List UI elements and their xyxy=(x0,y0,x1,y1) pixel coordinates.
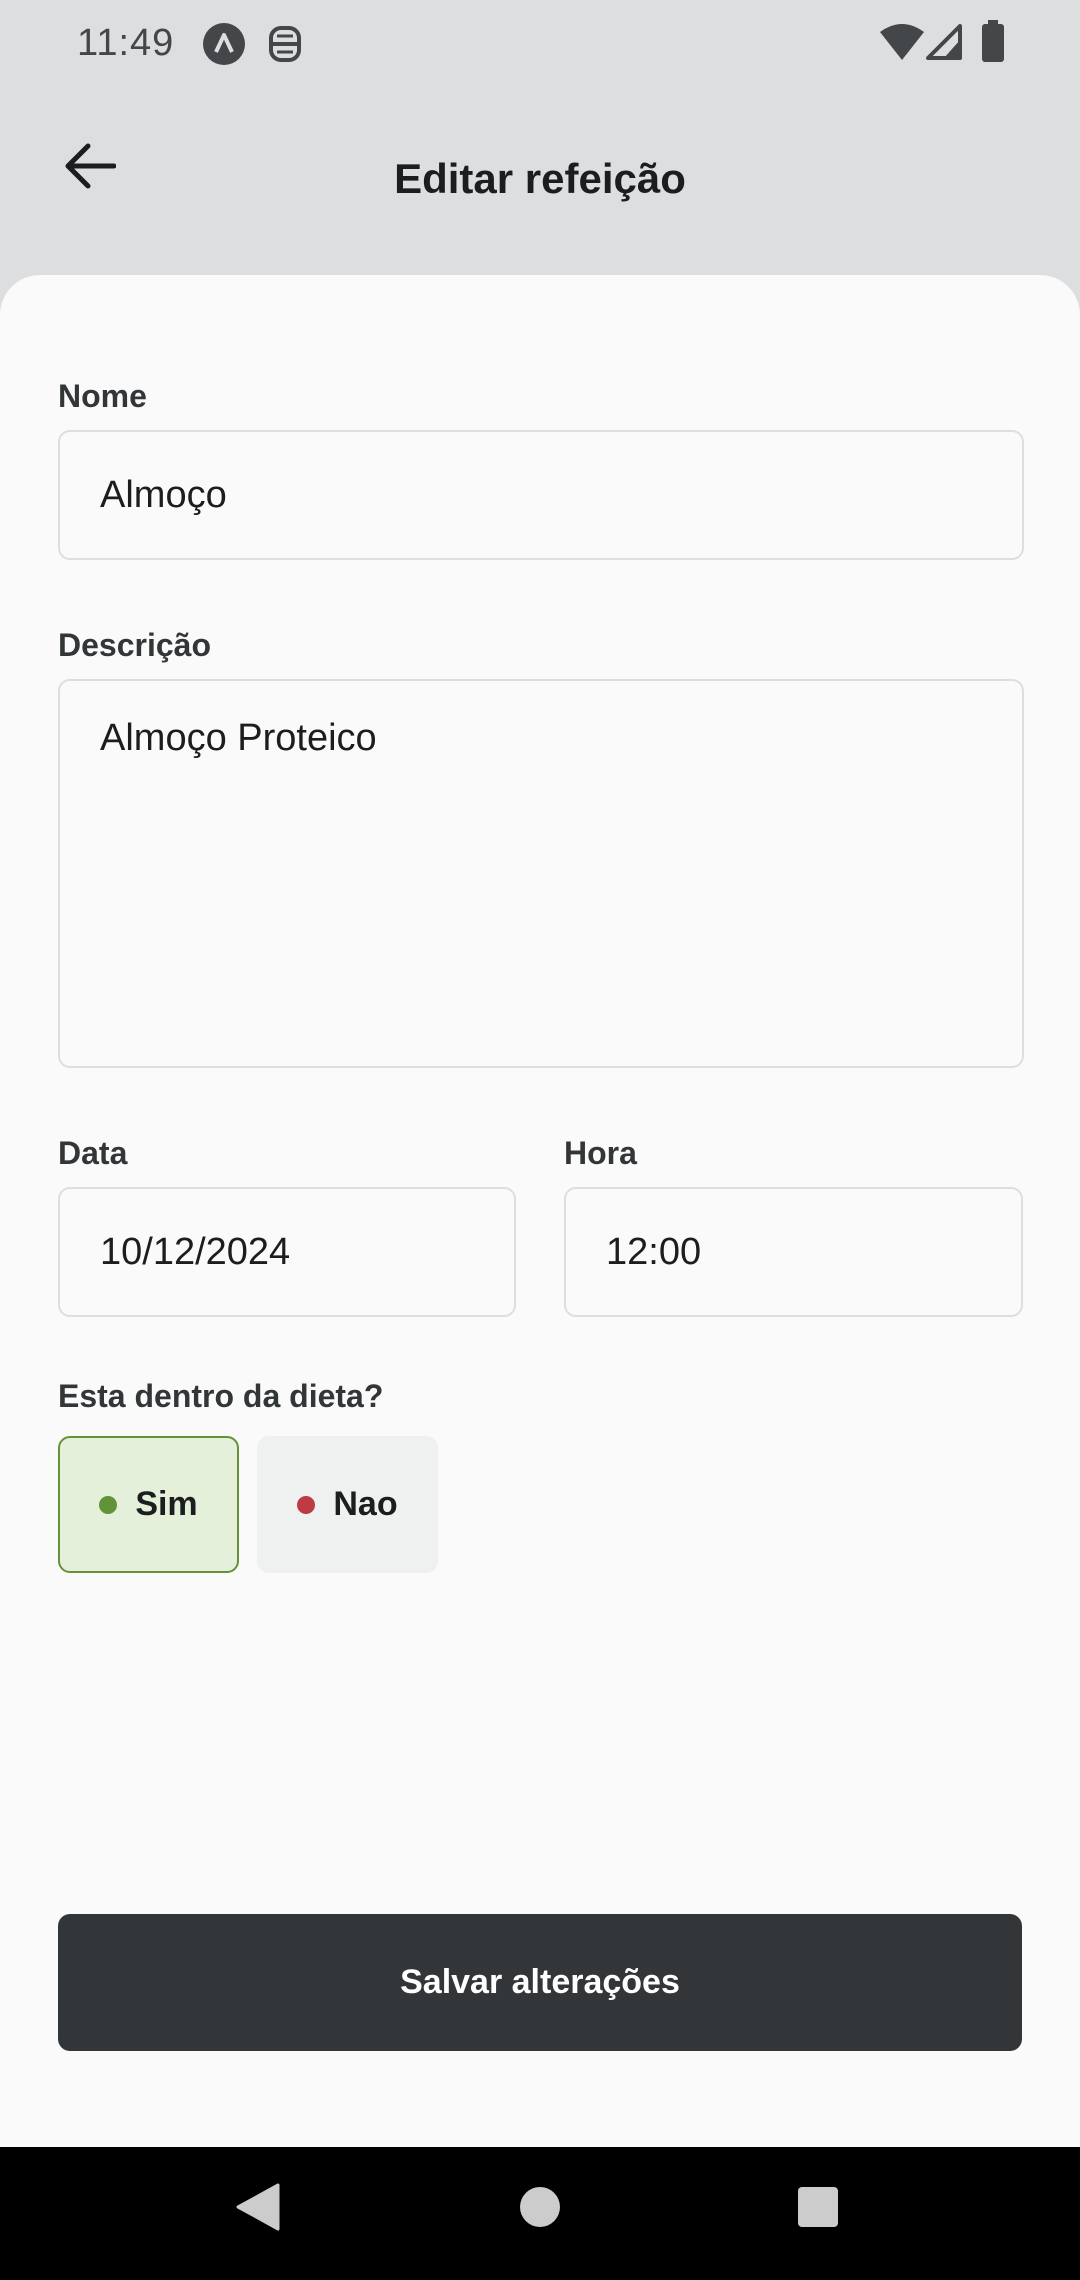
description-label: Descrição xyxy=(58,627,211,663)
red-dot-icon xyxy=(297,1495,316,1514)
diet-no-toggle[interactable]: Nao xyxy=(257,1436,438,1573)
date-value: 10/12/2024 xyxy=(100,1230,291,1273)
time-input[interactable]: 12:00 xyxy=(564,1187,1023,1317)
diet-no-label: Nao xyxy=(333,1485,398,1523)
form-sheet: Nome Almoço Descrição Almoço Proteico Da… xyxy=(0,275,1080,2147)
battery-icon xyxy=(980,20,1006,67)
system-nav-bar xyxy=(0,2147,1080,2280)
status-time: 11:49 xyxy=(77,22,175,64)
recents-square-icon[interactable] xyxy=(796,2183,840,2236)
save-changes-button[interactable]: Salvar alterações xyxy=(58,1914,1022,2051)
header: Editar refeição xyxy=(0,90,1080,275)
name-input[interactable]: Almoço xyxy=(58,430,1024,560)
time-value: 12:00 xyxy=(606,1230,702,1273)
diet-question-label: Esta dentro da dieta? xyxy=(58,1378,384,1414)
time-label: Hora xyxy=(564,1135,637,1171)
back-triangle-icon[interactable] xyxy=(236,2183,280,2236)
date-label: Data xyxy=(58,1135,128,1171)
debug-icon xyxy=(265,22,305,71)
status-bar: 11:49 xyxy=(0,0,1080,90)
green-dot-icon xyxy=(99,1495,118,1514)
description-value: Almoço Proteico xyxy=(100,717,377,759)
description-textarea[interactable]: Almoço Proteico xyxy=(58,679,1024,1068)
diet-yes-label: Sim xyxy=(135,1485,198,1523)
signal-icon xyxy=(926,24,962,65)
diet-yes-toggle[interactable]: Sim xyxy=(58,1436,239,1573)
wifi-icon xyxy=(880,24,924,65)
home-circle-icon[interactable] xyxy=(518,2183,562,2236)
page-title: Editar refeição xyxy=(394,155,686,202)
save-changes-label: Salvar alterações xyxy=(400,1963,680,2001)
name-value: Almoço xyxy=(100,473,227,516)
date-input[interactable]: 10/12/2024 xyxy=(58,1187,516,1317)
app-notification-icon xyxy=(202,22,246,71)
name-label: Nome xyxy=(58,378,147,414)
